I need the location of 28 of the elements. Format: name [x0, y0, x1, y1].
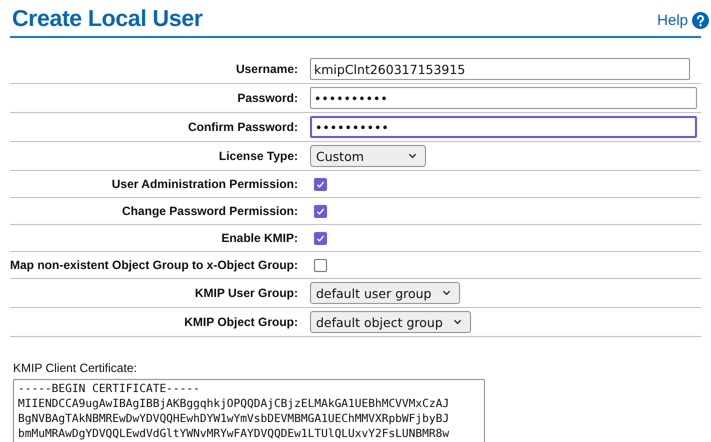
field-label: User Administration Permission:: [110, 177, 298, 191]
field-label: Confirm Password:: [186, 120, 298, 134]
caret-icon: [452, 319, 462, 325]
field-label: License Type:: [218, 149, 298, 163]
dropdown[interactable]: default object group: [310, 311, 471, 333]
certificate-label: KMIP Client Certificate:: [13, 361, 138, 375]
field-label: Map non-existent Object Group to x-Object Group:: [10, 258, 298, 272]
caret-icon: [408, 153, 417, 159]
input-field[interactable]: ••••••••••: [310, 116, 697, 138]
checkbox[interactable]: [314, 232, 327, 244]
dropdown[interactable]: default user group: [310, 282, 460, 304]
certificate-field[interactable]: -----BEGIN CERTIFICATE----- MIIENDCCA9ugAwIBAgIBBjAKBggqhkjOPQQDAjCBjzELMAkGA1UEBhMCVVMxCzAJ BgNVBAgTAkNBMREwDwYDVQQHEwhDYW1wYmVsbDEVMBMGA1UEChMMVXRpbWFjbyBJ bmMuMRAwDgYDVQQLEwdVdGltYWNvMRYwFAYDVQQDEw1LTUlQLUxvY2FsLUNBMR8w: [13, 379, 485, 442]
dropdown[interactable]: Custom: [310, 145, 426, 167]
input-field[interactable]: ••••••••••: [310, 87, 697, 109]
field-label: Enable KMIP:: [220, 231, 298, 245]
caret-icon: [442, 290, 450, 296]
input-field[interactable]: kmipClnt260317153915: [310, 58, 690, 80]
field-label: Password:: [236, 91, 298, 105]
field-label: Username:: [234, 62, 298, 76]
field-label: KMIP Object Group:: [183, 315, 298, 329]
checkbox[interactable]: [314, 258, 327, 272]
field-label: Change Password Permission:: [120, 204, 298, 218]
field-label: KMIP User Group:: [194, 286, 298, 300]
page-title: Create Local User: [12, 5, 202, 32]
checkbox[interactable]: [314, 204, 327, 218]
checkbox[interactable]: [314, 178, 327, 190]
help-icon[interactable]: [692, 12, 709, 29]
help-link[interactable]: Help: [657, 12, 709, 29]
